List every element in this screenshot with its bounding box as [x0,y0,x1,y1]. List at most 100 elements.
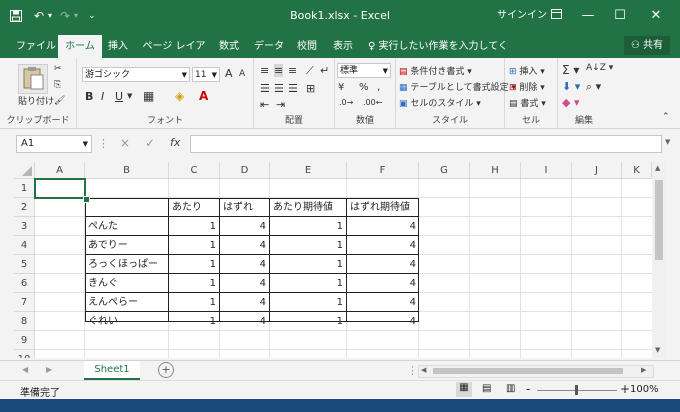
table-header-cell[interactable]: はずれ [220,198,269,217]
table-cell-name[interactable]: ぺんた [85,217,168,236]
table-cell-name[interactable]: ぐれい [85,312,168,331]
autosum-icon[interactable]: Σ ▾ [562,63,579,77]
table-cell[interactable]: 4 [220,217,269,236]
borders-icon[interactable]: ▦ [143,89,154,103]
expand-formula-icon[interactable]: ▼ [665,138,670,146]
increase-indent-icon[interactable]: ⇥ [276,98,285,111]
currency-icon[interactable]: ¥ [338,82,344,93]
format-cells-button[interactable]: ▤ 書式 ▾ [509,96,546,109]
table-cell-name[interactable]: ろっくほっぱー [85,255,168,274]
table-header-cell[interactable]: はずれ期待値 [347,198,419,217]
fill-icon[interactable]: ⬇ ▾ [562,80,580,93]
minimize-icon[interactable]: — [572,0,604,32]
table-header-cell[interactable]: あたり期待値 [270,198,346,217]
insert-function-icon[interactable]: fx [170,136,180,149]
add-sheet-icon[interactable]: + [158,362,174,378]
wrap-text-icon[interactable]: ↵ [320,64,329,77]
column-header[interactable]: J [572,162,622,179]
tab-formulas[interactable]: 数式 [214,35,244,58]
spreadsheet-grid[interactable]: A B C D E F G H I J K 1 2 3 4 5 6 7 8 9 … [14,162,652,358]
scroll-thumb[interactable] [655,180,663,260]
table-cell[interactable]: 1 [270,236,346,255]
table-cell[interactable]: 1 [270,293,346,312]
formula-input[interactable] [190,135,662,153]
fill-color-icon[interactable]: ◈ [175,89,184,103]
row-header[interactable]: 6 [14,274,35,293]
clear-icon[interactable]: ◆ ▾ [562,96,579,109]
tell-me-box[interactable]: ♀ 実行したい作業を入力してください [368,35,508,75]
decrease-decimal-icon[interactable]: .00← [363,98,382,107]
scroll-down-icon[interactable]: ▼ [655,346,660,354]
table-cell[interactable]: 4 [220,293,269,312]
table-cell[interactable]: 4 [347,312,419,331]
paste-icon[interactable] [18,64,48,94]
table-cell[interactable]: 4 [347,236,419,255]
column-header[interactable]: H [470,162,521,179]
table-cell-name[interactable]: えんぺらー [85,293,168,312]
tab-review[interactable]: 校閲 [292,35,322,58]
column-header[interactable]: D [220,162,270,179]
find-select-icon[interactable]: ⌕ ▾ [586,80,601,94]
grow-font-icon[interactable]: A [225,67,233,80]
undo-dropdown-icon[interactable]: ▾ [48,0,52,32]
hscroll-thumb[interactable] [433,368,623,374]
redo-dropdown-icon[interactable]: ▾ [74,0,78,32]
chevron-down-icon[interactable]: ▼ [127,92,132,100]
insert-cells-button[interactable]: ⊞ 挿入 ▾ [509,64,545,77]
row-header[interactable]: 1 [14,179,35,198]
copy-icon[interactable]: ⎘ [54,80,61,90]
scroll-right-icon[interactable]: ▶ [641,366,646,374]
cell-styles-button[interactable]: ▣ セルのスタイル ▾ [399,96,481,109]
page-layout-view-icon[interactable]: ▤ [482,383,491,394]
percent-button[interactable]: % [359,82,369,93]
share-button[interactable]: ⚇ 共有 [623,36,670,55]
column-header[interactable]: G [419,162,470,179]
table-cell-name[interactable]: あでりー [85,236,168,255]
fill-handle[interactable] [83,196,90,203]
number-format-select[interactable]: 標準 ▼ [337,63,391,78]
table-cell[interactable]: 1 [169,274,219,293]
normal-view-icon[interactable]: ▦ [456,382,472,397]
format-painter-icon[interactable]: 🖌 [54,96,65,106]
delete-cells-button[interactable]: ⊟ 削除 ▾ [509,80,545,93]
cut-icon[interactable]: ✂ [54,64,62,74]
tab-page-layout[interactable]: ページ レイアウト [138,35,210,75]
table-cell[interactable]: 1 [270,255,346,274]
select-all-corner[interactable] [14,162,35,179]
table-cell[interactable]: 4 [220,236,269,255]
maximize-icon[interactable]: ☐ [604,0,636,32]
font-color-icon[interactable]: A [199,89,208,103]
decrease-indent-icon[interactable]: ⇤ [260,98,269,111]
sheet-tab-sheet1[interactable]: Sheet1 [84,361,140,380]
table-cell[interactable]: 1 [169,236,219,255]
row-header[interactable]: 8 [14,312,35,331]
close-icon[interactable]: ✕ [640,0,672,32]
tab-data[interactable]: データ [251,35,287,58]
scroll-right-icon[interactable]: ▶ [46,365,52,374]
save-icon[interactable] [10,0,22,32]
table-cell[interactable]: 4 [220,255,269,274]
name-box[interactable]: A1 ▼ [16,135,92,153]
table-cell[interactable]: 1 [169,312,219,331]
column-header[interactable]: C [169,162,220,179]
align-right-icon[interactable]: ☰ [288,82,298,95]
ribbon-display-icon[interactable] [540,0,572,32]
tab-split-handle-icon[interactable]: ⋮ [407,364,418,377]
align-bottom-icon[interactable]: ≡ [288,64,297,77]
scroll-left-icon[interactable]: ◀ [22,365,28,374]
row-header[interactable]: 2 [14,198,35,217]
row-header[interactable]: 9 [14,331,35,350]
table-cell[interactable]: 4 [347,255,419,274]
scroll-up-icon[interactable]: ▲ [655,164,660,172]
table-cell-name[interactable]: きんぐ [85,274,168,293]
align-center-icon[interactable]: ☰ [274,82,284,95]
conditional-format-button[interactable]: ▤ 条件付き書式 ▾ [399,64,472,77]
format-as-table-button[interactable]: ▦ テーブルとして書式設定 ▾ [399,80,516,93]
orientation-icon[interactable]: ⟋ [306,64,314,78]
row-header[interactable]: 4 [14,236,35,255]
font-size-select[interactable]: 11 ▼ [192,67,220,82]
table-cell[interactable]: 1 [169,293,219,312]
underline-button[interactable]: U [115,90,123,103]
cancel-entry-icon[interactable]: × [120,136,130,150]
vertical-scrollbar[interactable]: ▲ ▼ [652,162,666,358]
